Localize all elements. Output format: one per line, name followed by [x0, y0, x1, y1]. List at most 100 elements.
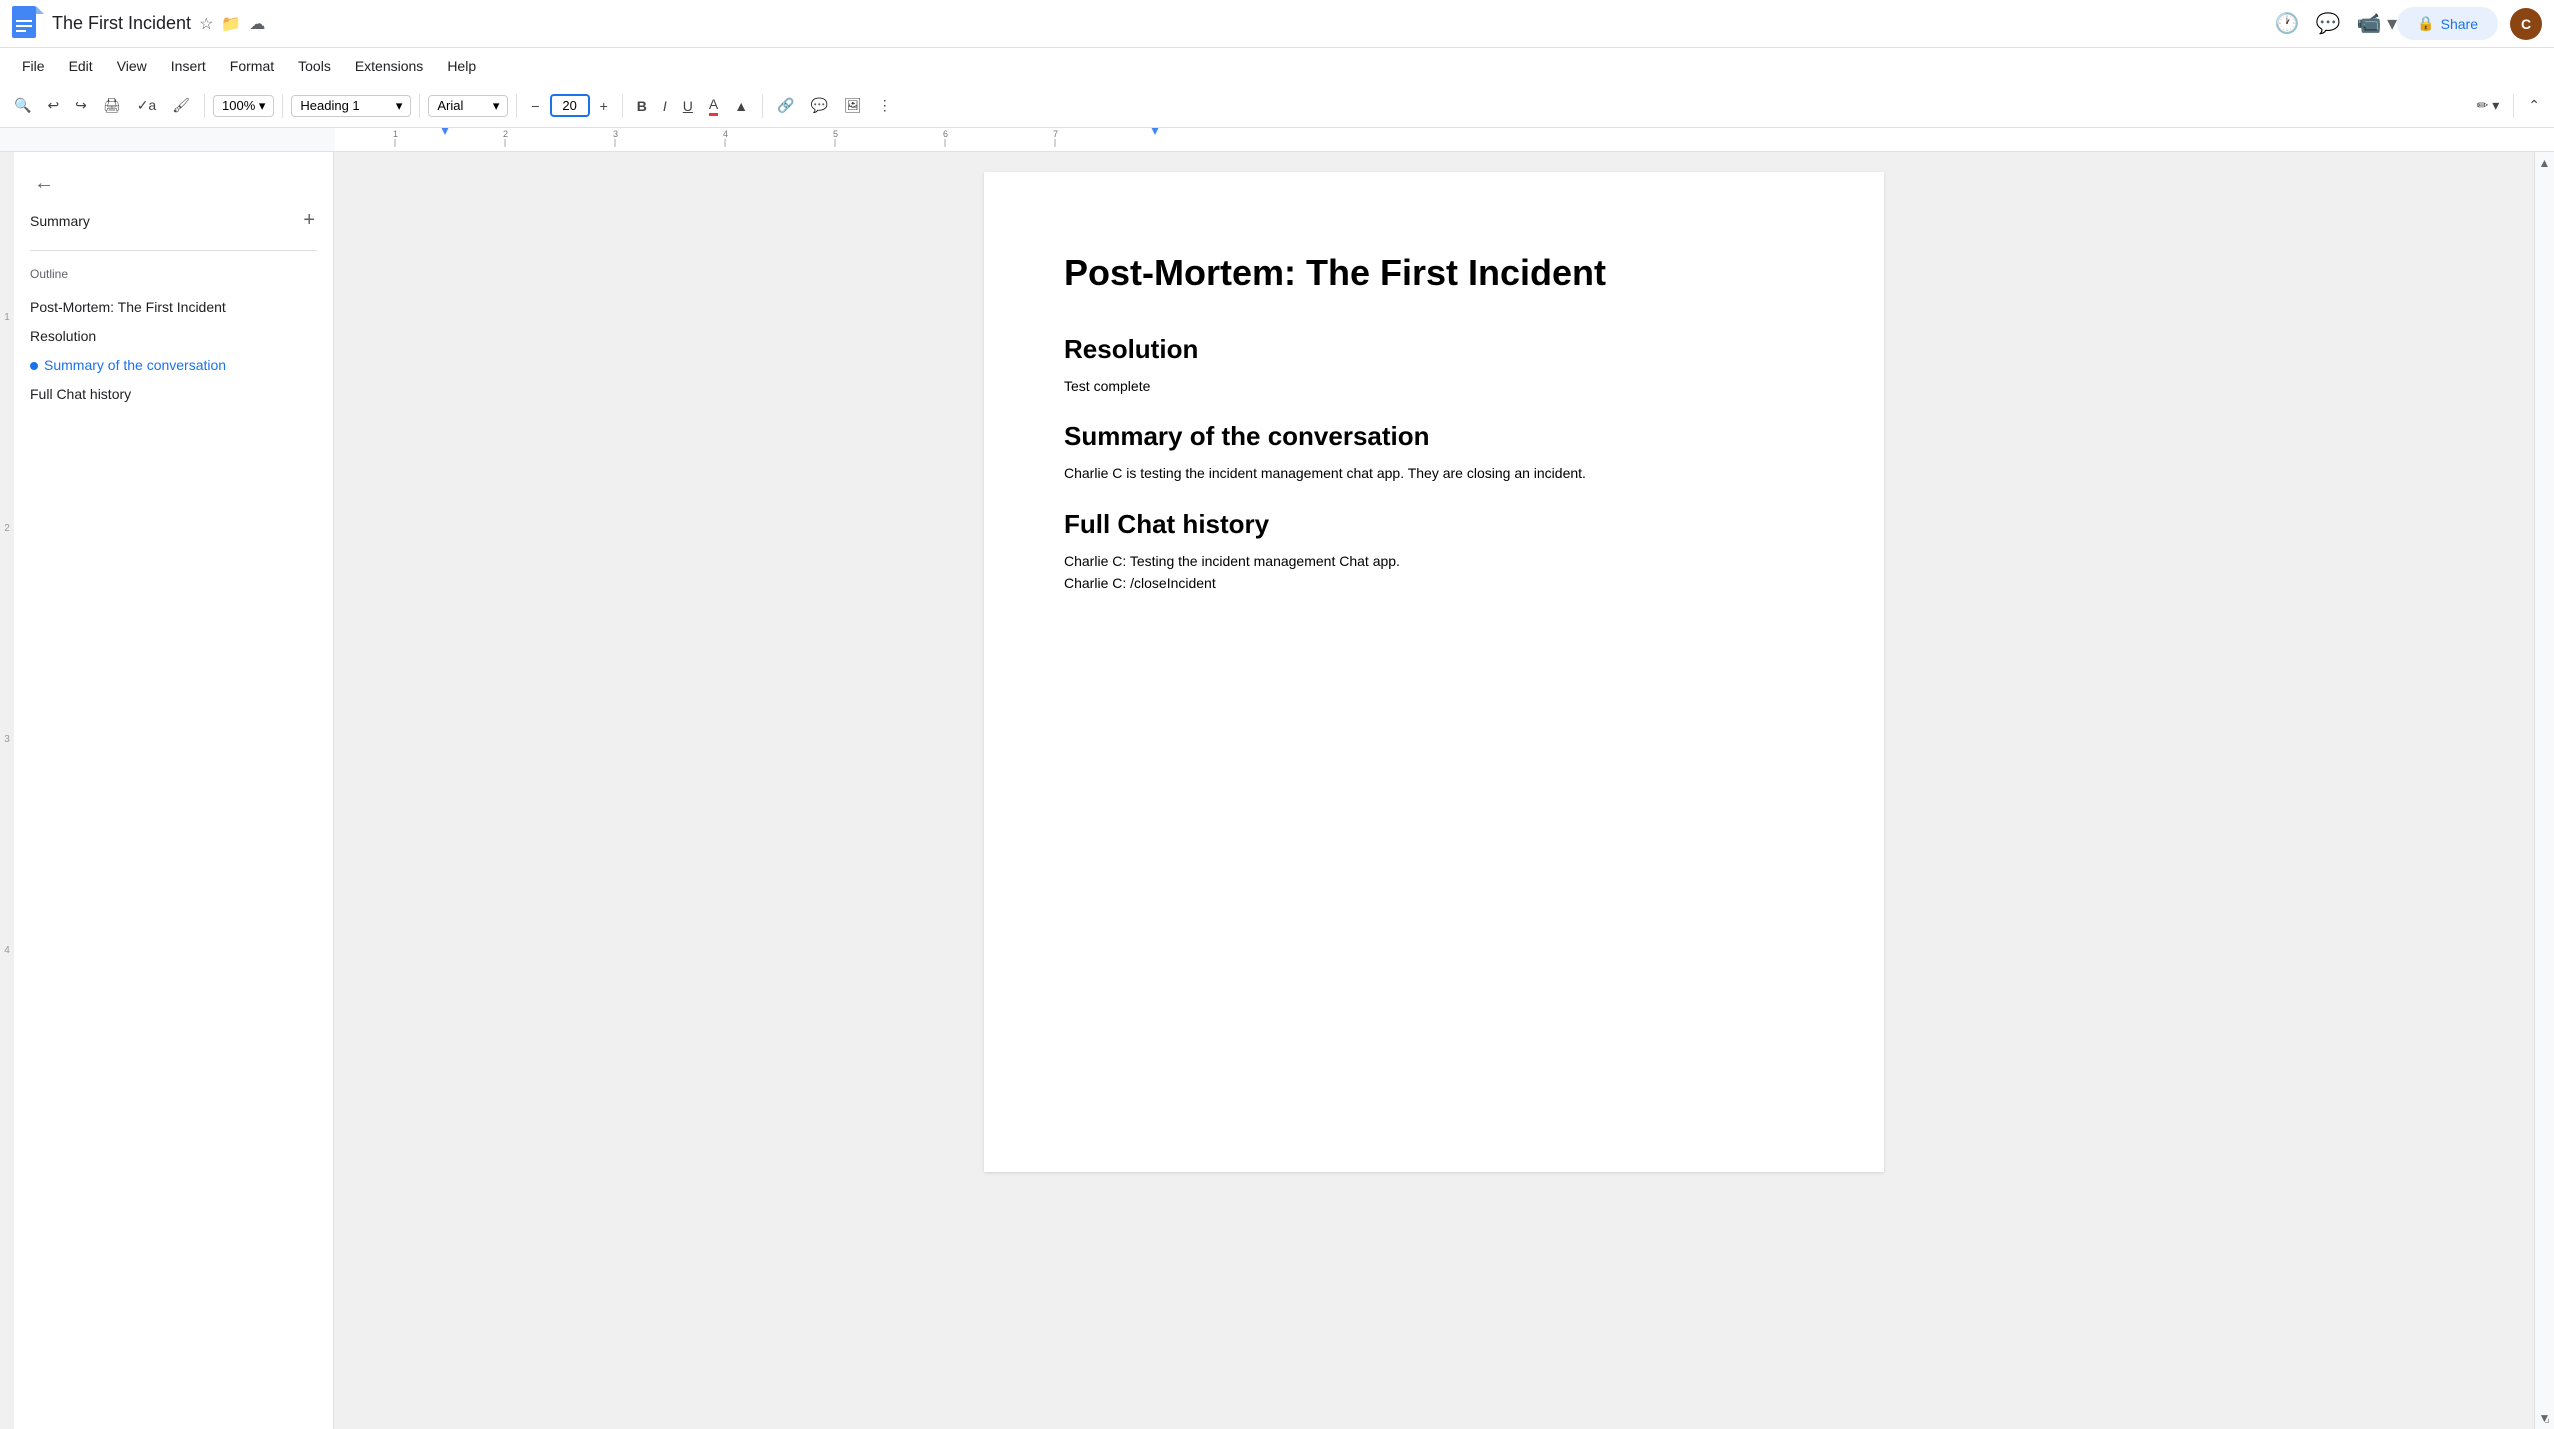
- toolbar: 🔍 ↩ ↪ 🖨 ✓a 🖌 100% ▾ Heading 1 ▾ Arial ▾ …: [0, 84, 2554, 128]
- svg-text:7: 7: [1053, 129, 1058, 139]
- outline-item-4[interactable]: Full Chat history: [30, 380, 317, 409]
- spellcheck-button[interactable]: ✓a: [131, 93, 163, 118]
- outline-item-1[interactable]: Post-Mortem: The First Incident: [30, 293, 317, 322]
- document-title-text: Post-Mortem: The First Incident: [1064, 252, 1804, 294]
- main-area: 1 2 3 4 ← Summary + Outline Post-Mortem:…: [0, 152, 2554, 1429]
- svg-text:1: 1: [393, 129, 398, 139]
- resize-handle[interactable]: ⌟: [2544, 1411, 2550, 1425]
- cloud-icon[interactable]: ☁: [249, 14, 265, 34]
- style-value: Heading 1: [300, 98, 359, 113]
- document-title: The First Incident: [52, 13, 191, 34]
- top-right-icons: 🕐 💬 📹 ▾: [2275, 11, 2397, 36]
- italic-button[interactable]: I: [657, 94, 673, 118]
- zoom-selector[interactable]: 100% ▾: [213, 95, 274, 117]
- svg-text:6: 6: [943, 129, 948, 139]
- share-button[interactable]: 🔒 Share: [2397, 7, 2498, 40]
- title-bar: The First Incident ☆ 📁 ☁ 🕐 💬 📹 ▾ 🔒 Share…: [0, 0, 2554, 48]
- font-value: Arial: [437, 98, 463, 113]
- body-resolution: Test complete: [1064, 375, 1804, 397]
- separator-2: [282, 94, 283, 118]
- document-area[interactable]: Post-Mortem: The First Incident Resoluti…: [334, 152, 2534, 1429]
- menu-file[interactable]: File: [12, 54, 55, 78]
- undo-button[interactable]: ↩: [41, 93, 65, 118]
- page-marker-3: 3: [4, 734, 10, 745]
- title-bar-right: 🔒 Share C: [2397, 7, 2542, 40]
- svg-text:5: 5: [833, 129, 838, 139]
- image-button[interactable]: 🖼: [838, 93, 868, 118]
- body-summary: Charlie C is testing the incident manage…: [1064, 462, 1804, 484]
- search-button[interactable]: 🔍: [8, 93, 37, 118]
- page-marker-4: 4: [4, 945, 10, 956]
- font-size-input[interactable]: 20: [550, 94, 590, 117]
- menu-extensions[interactable]: Extensions: [345, 54, 433, 78]
- summary-label: Summary: [30, 213, 90, 229]
- ruler-inner: 1 2 3 4 5 6 7: [335, 128, 2554, 151]
- text-color-button[interactable]: A: [703, 92, 724, 120]
- menu-format[interactable]: Format: [220, 54, 284, 78]
- video-icon[interactable]: 📹 ▾: [2357, 11, 2398, 36]
- separator-3: [419, 94, 420, 118]
- ruler-svg: 1 2 3 4 5 6 7: [335, 128, 2554, 149]
- separator-5: [622, 94, 623, 118]
- paint-format-button[interactable]: 🖌: [166, 93, 196, 118]
- google-docs-icon: [12, 6, 44, 42]
- separator-4: [516, 94, 517, 118]
- menu-view[interactable]: View: [107, 54, 157, 78]
- redo-button[interactable]: ↪: [69, 93, 93, 118]
- more-toolbar[interactable]: ⋮: [872, 93, 898, 118]
- title-icons: ☆ 📁 ☁: [199, 14, 265, 34]
- user-avatar[interactable]: C: [2510, 8, 2542, 40]
- ruler: 1 2 3 4 5 6 7: [0, 128, 2554, 152]
- comment-icon[interactable]: 💬: [2316, 11, 2341, 36]
- comment-button[interactable]: 💬: [805, 93, 834, 118]
- outline-label: Outline: [30, 267, 317, 281]
- menu-bar: File Edit View Insert Format Tools Exten…: [0, 48, 2554, 84]
- underline-button[interactable]: U: [677, 94, 699, 118]
- page-marker-2: 2: [4, 523, 10, 534]
- body-chat: Charlie C: Testing the incident manageme…: [1064, 550, 1804, 595]
- edit-mode-button[interactable]: ✏ ▾: [2471, 93, 2506, 118]
- font-size-value: 20: [562, 98, 576, 113]
- chat-line-2: Charlie C: /closeIncident: [1064, 572, 1804, 594]
- heading-summary: Summary of the conversation: [1064, 421, 1804, 452]
- heading-chat: Full Chat history: [1064, 509, 1804, 540]
- print-button[interactable]: 🖨: [97, 93, 127, 118]
- summary-add-button[interactable]: +: [301, 207, 317, 234]
- zoom-value: 100%: [222, 98, 255, 113]
- chat-line-1: Charlie C: Testing the incident manageme…: [1064, 550, 1804, 572]
- scroll-up[interactable]: ▲: [2539, 156, 2551, 170]
- font-size-increase[interactable]: +: [594, 94, 614, 118]
- sidebar-section-header: Summary +: [30, 207, 317, 234]
- collapse-toolbar[interactable]: ⌃: [2522, 93, 2546, 118]
- sidebar-back-button[interactable]: ←: [30, 168, 317, 199]
- page-margin-left: 1 2 3 4: [0, 152, 14, 1429]
- star-icon[interactable]: ☆: [199, 14, 213, 34]
- document-page: Post-Mortem: The First Incident Resoluti…: [984, 172, 1884, 1172]
- font-size-decrease[interactable]: −: [525, 94, 545, 118]
- right-panel: ▲ ▼: [2534, 152, 2554, 1429]
- separator-7: [2513, 94, 2514, 118]
- lock-icon: 🔒: [2417, 15, 2434, 32]
- heading-resolution: Resolution: [1064, 334, 1804, 365]
- separator-1: [204, 94, 205, 118]
- bold-button[interactable]: B: [631, 94, 653, 118]
- menu-edit[interactable]: Edit: [59, 54, 103, 78]
- separator-6: [762, 94, 763, 118]
- menu-tools[interactable]: Tools: [288, 54, 341, 78]
- history-icon[interactable]: 🕐: [2275, 11, 2300, 36]
- outline-item-2[interactable]: Resolution: [30, 322, 317, 351]
- font-selector[interactable]: Arial ▾: [428, 95, 508, 117]
- highlight-button[interactable]: ▲: [728, 94, 754, 118]
- svg-text:3: 3: [613, 129, 618, 139]
- outline-item-3[interactable]: Summary of the conversation: [30, 351, 317, 380]
- folder-icon[interactable]: 📁: [221, 14, 241, 34]
- menu-insert[interactable]: Insert: [161, 54, 216, 78]
- sidebar-divider: [30, 250, 317, 251]
- svg-text:4: 4: [723, 129, 728, 139]
- link-button[interactable]: 🔗: [771, 93, 800, 118]
- sidebar: ← Summary + Outline Post-Mortem: The Fir…: [14, 152, 334, 1429]
- share-label: Share: [2441, 16, 2478, 32]
- menu-help[interactable]: Help: [437, 54, 486, 78]
- page-marker-1: 1: [4, 312, 10, 323]
- style-selector[interactable]: Heading 1 ▾: [291, 95, 411, 117]
